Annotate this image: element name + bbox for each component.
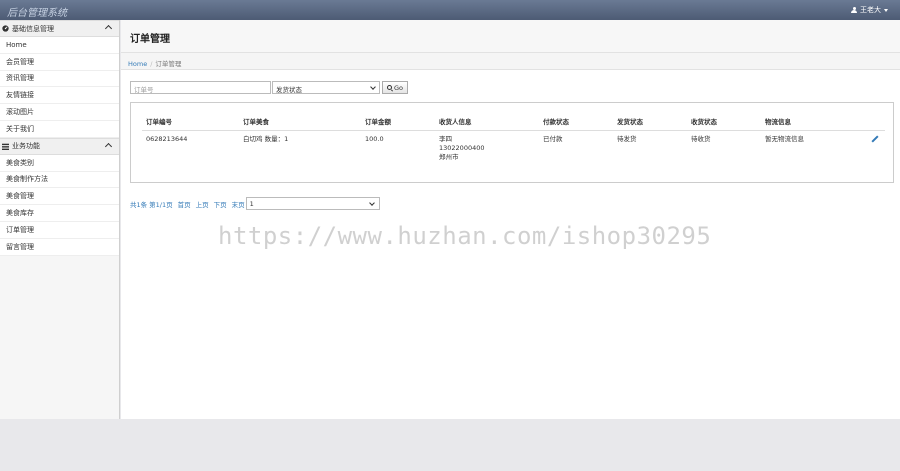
receiver-name: 李四 (439, 135, 452, 143)
col-ship-status: 发货状态 (613, 112, 687, 131)
sidebar-item-orders[interactable]: 订单管理 (0, 221, 119, 239)
caret-down-icon (884, 8, 888, 12)
col-pay-status: 付款状态 (539, 112, 613, 131)
chevron-up-icon (104, 142, 113, 150)
col-food: 订单美食 (239, 112, 361, 131)
pager-next-link[interactable]: 下页 (214, 199, 227, 209)
chevron-up-icon (104, 24, 113, 33)
filter-bar: 订单号 发货状态 Go (130, 81, 409, 94)
col-actions (865, 112, 885, 131)
chevron-down-icon (370, 84, 376, 90)
sidebar-item-news[interactable]: 资讯管理 (0, 70, 119, 88)
breadcrumb-home-link[interactable]: Home (128, 60, 147, 68)
sidebar-section-title: 基础信息管理 (12, 24, 54, 33)
sidebar-section-title: 业务功能 (12, 142, 40, 151)
sidebar-item-links[interactable]: 友情链接 (0, 87, 119, 105)
sidebar-section-basic-info[interactable]: 基础信息管理 (0, 20, 119, 37)
go-button-label: Go (394, 83, 404, 92)
orders-panel: 订单编号 订单美食 订单金额 收货人信息 付款状态 发货状态 收货状态 物流信息… (130, 102, 894, 183)
pager-page-of: 第1/1页 (149, 200, 173, 209)
main-content: 订单管理 Home / 订单管理 订单号 发货状态 Go 订单编号 订单美食 订单金… (121, 20, 900, 419)
app-brand[interactable]: 后台管理系统 (7, 4, 67, 19)
search-icon (387, 85, 392, 90)
list-icon (2, 143, 9, 150)
col-logistics: 物流信息 (761, 112, 865, 131)
top-navbar: 后台管理系统 王老大 (0, 0, 900, 20)
page-title: 订单管理 (130, 34, 170, 45)
page-select[interactable]: 1 (245, 197, 380, 210)
sidebar-item-about[interactable]: 关于我们 (0, 120, 119, 138)
cell-order-no: 0628213644 (146, 135, 188, 143)
dashboard-icon (2, 25, 9, 32)
edit-pencil-icon[interactable] (871, 135, 879, 143)
col-receive-status: 收货状态 (687, 112, 761, 131)
order-number-input[interactable]: 订单号 (130, 81, 271, 94)
cell-food: 白切鸡 数量：1 (243, 135, 289, 143)
breadcrumb-separator: / (150, 60, 153, 68)
sidebar-item-food[interactable]: 美食管理 (0, 188, 119, 206)
sidebar-item-home[interactable]: Home (0, 37, 119, 54)
user-name: 王老大 (860, 6, 881, 14)
breadcrumb: Home / 订单管理 (121, 53, 900, 70)
table-header-row: 订单编号 订单美食 订单金额 收货人信息 付款状态 发货状态 收货状态 物流信息 (142, 112, 885, 131)
pager-first-link[interactable]: 首页 (178, 199, 191, 209)
go-button[interactable]: Go (382, 81, 409, 94)
sidebar-item-food-category[interactable]: 美食类别 (0, 154, 119, 172)
col-receiver: 收货人信息 (435, 112, 539, 131)
user-menu[interactable]: 王老大 (851, 5, 888, 15)
cell-ship-status: 待发货 (617, 135, 637, 143)
sidebar-section-business[interactable]: 业务功能 (0, 137, 119, 155)
cell-receive-status: 待收货 (691, 135, 711, 143)
col-amount: 订单金额 (361, 112, 435, 131)
watermark: https://www.huzhan.com/ishop30295 (218, 222, 712, 250)
cell-actions (865, 131, 885, 167)
chevron-down-icon (368, 200, 375, 206)
breadcrumb-current: 订单管理 (155, 60, 182, 68)
receiver-phone: 13022000400 (439, 144, 485, 152)
pager-prev-link[interactable]: 上页 (196, 199, 209, 209)
cell-receiver: 李四 13022000400 郑州市 (435, 131, 539, 167)
pagination: 共1条 第1/1页 首页 上页 下页 末页 1 (130, 197, 380, 210)
sidebar-item-members[interactable]: 会员管理 (0, 53, 119, 71)
cell-amount: 100.0 (365, 135, 384, 143)
sidebar-item-stock[interactable]: 美食库存 (0, 205, 119, 222)
page-select-value: 1 (249, 200, 254, 208)
sidebar: 基础信息管理 Home 会员管理 资讯管理 友情链接 滚动图片 关于我们 业务功… (0, 20, 120, 419)
ship-status-select[interactable]: 发货状态 (272, 81, 380, 94)
sidebar-item-messages[interactable]: 留言管理 (0, 238, 119, 256)
sidebar-item-recipes[interactable]: 美食制作方法 (0, 171, 119, 189)
col-order-no: 订单编号 (142, 112, 239, 131)
user-icon (851, 6, 857, 14)
table-row: 0628213644 白切鸡 数量：1 100.0 李四 13022000400… (142, 131, 885, 167)
pager-total: 共1条 (130, 200, 148, 209)
page-header: 订单管理 (121, 20, 900, 53)
orders-table: 订单编号 订单美食 订单金额 收货人信息 付款状态 发货状态 收货状态 物流信息… (142, 112, 885, 166)
cell-pay-status: 已付款 (543, 135, 563, 143)
sidebar-item-slides[interactable]: 滚动图片 (0, 104, 119, 121)
receiver-city: 郑州市 (439, 153, 459, 161)
ship-status-value: 发货状态 (276, 86, 302, 94)
cell-logistics: 暂无物流信息 (765, 135, 804, 143)
pager-last-link[interactable]: 末页 (232, 199, 245, 209)
